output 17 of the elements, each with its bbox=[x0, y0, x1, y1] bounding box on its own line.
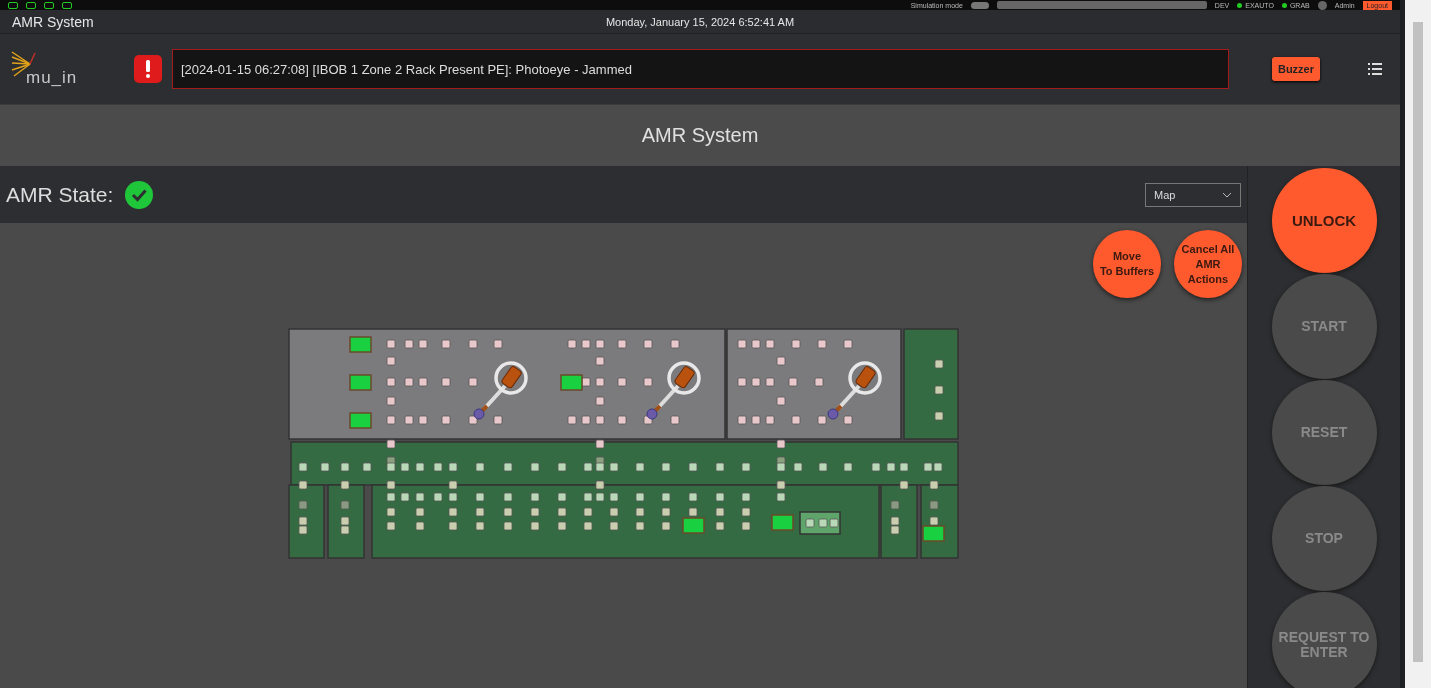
map-action-button[interactable]: Move To Buffers bbox=[1093, 230, 1161, 298]
buzzer-button[interactable]: Buzzer bbox=[1271, 57, 1320, 81]
user-avatar[interactable] bbox=[1317, 0, 1327, 10]
scrollbar-thumb[interactable] bbox=[1413, 22, 1423, 662]
control-button[interactable]: UNLOCK bbox=[1271, 168, 1377, 273]
date-time: Monday, January 15, 2024 6:52:41 AM bbox=[605, 15, 795, 28]
simulation-toggle[interactable] bbox=[970, 1, 989, 9]
alert-message: [2024-01-15 06:27:08] [IBOB 1 Zone 2 Rack Present PE]: Photoeye - Jammed bbox=[172, 49, 1229, 89]
menu-icon[interactable] bbox=[1368, 63, 1382, 75]
logo-text: mu_in bbox=[26, 68, 78, 88]
chevron-down-icon bbox=[1222, 191, 1232, 198]
map-action-button[interactable]: Cancel All AMR Actions bbox=[1174, 230, 1242, 298]
page-title: AMR System bbox=[641, 124, 759, 147]
state-label: AMR State: bbox=[6, 182, 114, 207]
window-title: AMR System bbox=[12, 13, 94, 30]
alert-icon bbox=[134, 55, 162, 83]
view-dropdown[interactable]: Map bbox=[1145, 182, 1241, 207]
